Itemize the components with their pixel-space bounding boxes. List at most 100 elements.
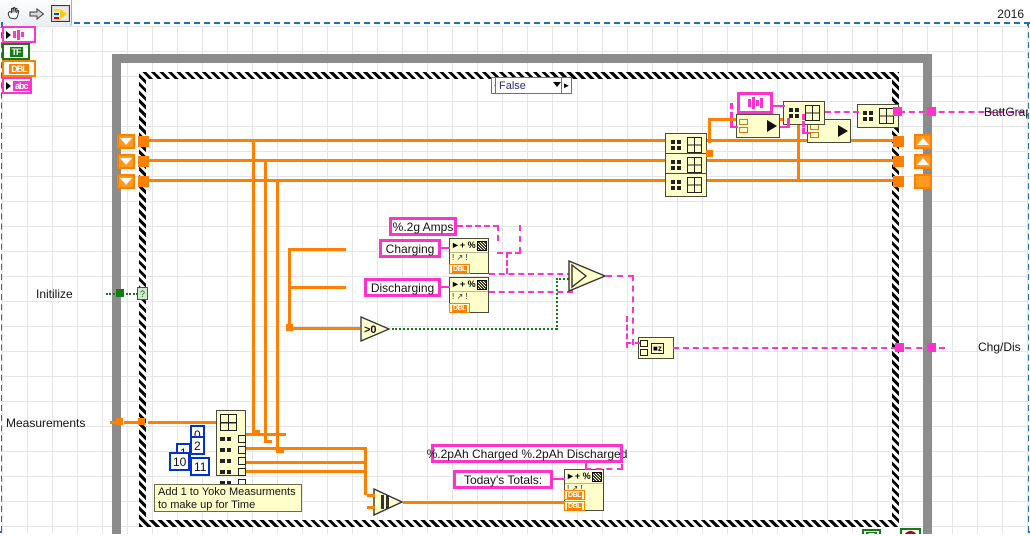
case-tunnel-right-2[interactable] (893, 156, 904, 167)
shift-register-right-3[interactable] (914, 174, 932, 189)
stop-condition-terminal[interactable] (900, 528, 921, 534)
chevron-down-icon[interactable] (553, 82, 561, 87)
labview-vi-icon[interactable] (50, 4, 70, 24)
true-constant[interactable]: T (862, 529, 881, 534)
battgraph-tunnel-loop[interactable] (927, 107, 936, 116)
bundle-inputs (810, 124, 819, 138)
case-tunnel-measurements[interactable] (138, 418, 145, 425)
wire-chgdis-out (905, 347, 945, 349)
select-input-box-1 (640, 340, 648, 347)
chgdis-tunnel-case[interactable] (895, 343, 904, 352)
build-array-node-3[interactable] (665, 173, 707, 197)
array-grid-icon (878, 108, 894, 124)
array-input-dots (670, 177, 685, 193)
charging-constant[interactable]: Charging (379, 239, 441, 258)
shift-register-right-2[interactable] (914, 154, 932, 169)
diagram-canvas[interactable]: ◄ False ► (2, 26, 1028, 534)
loop-tunnel-measurements[interactable] (116, 418, 123, 425)
totals-format-constant[interactable]: %.2pAh Charged %.2pAh Discharged (427, 444, 627, 463)
format-dbl-input[interactable]: DBL (449, 264, 470, 274)
numeric-dbl-glyph: DBL (452, 304, 467, 312)
loop-tunnel-initialize[interactable] (116, 289, 124, 297)
wire-numeric-branch-c (276, 179, 279, 451)
add-node[interactable] (373, 487, 405, 517)
wire-numeric-branch-c-h (276, 450, 284, 453)
terminal-arrow-icon (6, 81, 11, 90)
format-dbl-input[interactable]: DBL (449, 303, 470, 313)
case-tunnel-right-1[interactable] (893, 136, 904, 147)
discharging-constant[interactable]: Discharging (364, 278, 441, 297)
select-input-box-2 (640, 349, 648, 356)
case-tunnel-right-3[interactable] (893, 176, 904, 187)
case-next-arrow[interactable]: ► (561, 77, 572, 94)
wire-fmt1-out-v (506, 252, 508, 274)
index-constant-2[interactable]: 2 (190, 436, 205, 455)
greater-than-zero-node[interactable]: >0 (360, 316, 392, 342)
amps-format-constant[interactable]: %.2g Amps (389, 217, 457, 236)
select-node-icon (568, 259, 607, 293)
array-input-dots (670, 157, 685, 173)
format-dbl-input-2[interactable]: DBL (564, 501, 585, 511)
format-percent-glyph: ►+ % (451, 279, 476, 289)
wire-amps-to-fmt1 (457, 225, 499, 227)
shift-register-right-1[interactable] (914, 134, 932, 149)
wire-numeric-row1 (148, 139, 893, 142)
wire-select-out-v (632, 275, 634, 345)
battgraph-tunnel-case[interactable] (893, 107, 902, 116)
svg-text:>0: >0 (364, 324, 377, 336)
case-selector-terminal[interactable]: ? (137, 287, 148, 300)
wire-chgdis-h (626, 342, 640, 344)
toolbar (0, 0, 72, 28)
format-into-string-charging[interactable]: ►+ % ! ↗ ! DBL (449, 238, 489, 274)
chgdis-label: Chg/Dis (978, 340, 1021, 354)
waveform-glyph-icon (747, 97, 763, 109)
wire-add-out (403, 501, 565, 504)
bundle-inputs (739, 119, 748, 133)
run-arrow-icon[interactable] (27, 4, 47, 24)
wire-waveform-h1 (730, 126, 738, 128)
wire-chgdis-wire (673, 347, 897, 349)
numeric-dbl-glyph: DBL (452, 265, 467, 273)
hand-pan-tool-icon[interactable] (4, 4, 24, 24)
wire-index-out-4 (246, 470, 366, 473)
wire-discharging-to-fmt (441, 286, 450, 288)
wire-add-in-2 (367, 494, 375, 497)
wire-numeric-row2 (148, 159, 893, 162)
select-string-node[interactable]: ■z (638, 337, 674, 359)
wire-junction-array (706, 150, 713, 157)
format-percent-glyph: ►+ % (451, 240, 476, 250)
case-selector[interactable]: False (495, 77, 565, 94)
chgdis-indicator[interactable]: abc (2, 77, 32, 94)
shift-register-left-1[interactable] (117, 134, 135, 149)
select-node-chgdis[interactable] (568, 259, 608, 293)
wire-array-out-1 (708, 118, 711, 143)
format-dbl-input-1[interactable]: DBL (564, 490, 585, 500)
array-input-dots (862, 108, 877, 124)
numeric-dbl-glyph: DBL (567, 491, 582, 499)
shift-register-left-2[interactable] (117, 154, 135, 169)
shift-register-left-3[interactable] (117, 174, 135, 189)
wire-gt0-out-v (556, 278, 558, 330)
format-into-string-totals[interactable]: ►+ % ! ↗ ! DBL DBL (564, 469, 604, 511)
wire-waveform-v2 (787, 118, 790, 128)
index-array-node[interactable] (216, 410, 246, 487)
index-constant-11[interactable]: 11 (190, 457, 211, 476)
wire-fmt2-out (489, 291, 573, 293)
measurements-control[interactable]: DBL (2, 60, 36, 77)
initialize-control[interactable]: TF (2, 43, 30, 60)
wire-fmt1-out (489, 273, 573, 275)
todays-totals-constant[interactable]: Today's Totals: (453, 470, 553, 489)
array-input-dots (670, 137, 685, 153)
battgraph-indicator[interactable] (2, 26, 36, 43)
bundle-node-1[interactable] (736, 114, 780, 138)
format-checker-icon (477, 279, 487, 290)
index-constant-10[interactable]: 10 (169, 452, 191, 471)
version-year-label: 2016 (997, 7, 1024, 21)
format-checker-icon (592, 471, 602, 482)
wire-select-out (606, 275, 634, 277)
wire-charging-to-fmt (441, 247, 450, 249)
format-into-string-discharging[interactable]: ►+ % ! ↗ ! DBL (449, 277, 489, 313)
waveform-constant[interactable] (737, 92, 773, 114)
wire-add-in-1 (364, 447, 367, 495)
diagram-comment[interactable]: Add 1 to Yoko Measurments to make up for… (154, 484, 302, 512)
